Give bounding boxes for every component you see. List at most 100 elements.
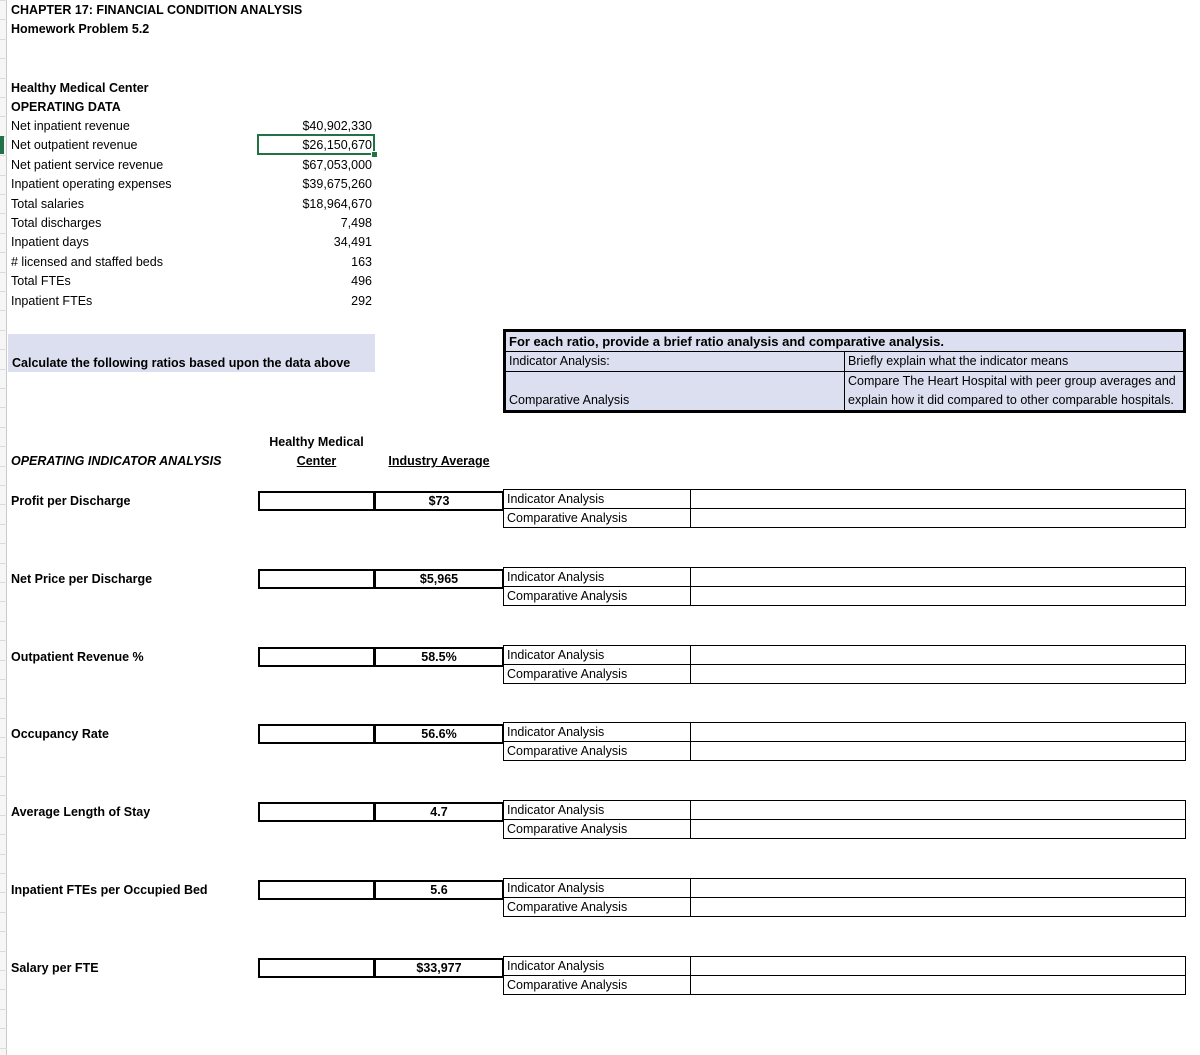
analysis-row-indicator: Indicator Analysis: [503, 645, 1186, 665]
instruction-table: For each ratio, provide a brief ratio an…: [503, 329, 1186, 413]
ratio-industry-average-value: $33,977: [416, 961, 462, 975]
page-title: CHAPTER 17: FINANCIAL CONDITION ANALYSIS: [11, 3, 303, 17]
analysis-input-indicator[interactable]: [690, 800, 1186, 820]
gutter-row-divider: [0, 737, 7, 738]
operating-data-value: 34,491: [333, 235, 372, 249]
analysis-input-comparative[interactable]: [690, 508, 1186, 528]
gutter-row-divider: [0, 892, 7, 893]
gutter-row-divider: [0, 0, 7, 1]
gutter-row-divider: [0, 834, 7, 835]
ratio-label: Profit per Discharge: [11, 494, 131, 508]
calculate-ratios-note: Calculate the following ratios based upo…: [8, 334, 375, 372]
gutter-row-divider: [0, 427, 7, 428]
ratio-answer-input-hmc[interactable]: [258, 647, 375, 667]
gutter-row-divider: [0, 369, 7, 370]
gutter-row-divider: [0, 931, 7, 932]
instruction-key-indicator: Indicator Analysis:: [505, 351, 845, 372]
operating-data-label: # licensed and staffed beds: [11, 255, 163, 269]
analysis-input-indicator[interactable]: [690, 567, 1186, 587]
analysis-label-comparative: Comparative Analysis: [503, 741, 691, 761]
gutter-row-divider: [0, 679, 7, 680]
operating-data-value: $39,675,260: [302, 177, 372, 191]
analysis-row-indicator: Indicator Analysis: [503, 722, 1186, 742]
ratio-answer-input-hmc[interactable]: [258, 569, 375, 589]
analysis-row-comparative: Comparative Analysis: [503, 664, 1186, 684]
ratio-industry-average-cell: $73: [374, 491, 504, 511]
spreadsheet-row-gutter[interactable]: [0, 0, 7, 1055]
analysis-input-comparative[interactable]: [690, 975, 1186, 995]
analysis-input-indicator[interactable]: [690, 956, 1186, 976]
analysis-input-comparative[interactable]: [690, 897, 1186, 917]
ratio-analysis-grid: Indicator Analysis Comparative Analysis: [503, 489, 1186, 528]
gutter-row-divider: [0, 524, 7, 525]
ratio-industry-average-value: 5.6: [430, 883, 448, 897]
ratio-answer-input-hmc[interactable]: [258, 491, 375, 511]
fill-handle[interactable]: [371, 151, 378, 158]
gutter-row-divider: [0, 563, 7, 564]
operating-data-value: $67,053,000: [302, 158, 372, 172]
analysis-input-indicator[interactable]: [690, 878, 1186, 898]
ratio-industry-average-cell: 5.6: [374, 880, 504, 900]
analysis-input-indicator[interactable]: [690, 722, 1186, 742]
gutter-row-divider: [0, 698, 7, 699]
ratio-analysis-grid: Indicator Analysis Comparative Analysis: [503, 878, 1186, 917]
ratio-answer-input-hmc[interactable]: [258, 724, 375, 744]
analysis-input-comparative[interactable]: [690, 741, 1186, 761]
ratio-analysis-grid: Indicator Analysis Comparative Analysis: [503, 956, 1186, 995]
analysis-label-indicator: Indicator Analysis: [503, 645, 691, 665]
analysis-label-indicator: Indicator Analysis: [503, 489, 691, 509]
gutter-row-divider: [0, 78, 7, 79]
analysis-label-comparative: Comparative Analysis: [503, 586, 691, 606]
ratio-label: Outpatient Revenue %: [11, 650, 144, 664]
homework-subtitle: Homework Problem 5.2: [11, 22, 150, 36]
gutter-row-divider: [0, 1028, 7, 1029]
analysis-row-comparative: Comparative Analysis: [503, 897, 1186, 917]
analysis-input-comparative[interactable]: [690, 819, 1186, 839]
ratio-label: Occupancy Rate: [11, 727, 109, 741]
analysis-input-comparative[interactable]: [690, 664, 1186, 684]
instruction-row-indicator: Indicator Analysis: Briefly explain what…: [505, 351, 1184, 372]
column-header-hmc-line2: Center: [296, 454, 337, 468]
operating-data-label: Total discharges: [11, 216, 102, 230]
selected-cell[interactable]: [257, 134, 375, 155]
ratio-answer-input-hmc[interactable]: [258, 880, 375, 900]
gutter-row-divider: [0, 601, 7, 602]
gutter-row-divider: [0, 116, 7, 117]
gutter-row-divider: [0, 582, 7, 583]
selected-row-marker: [0, 136, 4, 154]
gutter-row-divider: [0, 58, 7, 59]
analysis-row-comparative: Comparative Analysis: [503, 586, 1186, 606]
ratio-answer-input-hmc[interactable]: [258, 958, 375, 978]
ratio-label: Inpatient FTEs per Occupied Bed: [11, 883, 208, 897]
analysis-input-indicator[interactable]: [690, 489, 1186, 509]
ratio-answer-input-hmc[interactable]: [258, 802, 375, 822]
gutter-row-divider: [0, 330, 7, 331]
analysis-input-indicator[interactable]: [690, 645, 1186, 665]
gutter-row-divider: [0, 854, 7, 855]
instruction-header: For each ratio, provide a brief ratio an…: [505, 331, 1184, 352]
operating-data-value: 292: [351, 294, 372, 308]
operating-data-value: $18,964,670: [302, 197, 372, 211]
ratio-analysis-grid: Indicator Analysis Comparative Analysis: [503, 567, 1186, 606]
gutter-row-divider: [0, 970, 7, 971]
operating-data-label: Total FTEs: [11, 274, 71, 288]
calculate-ratios-note-text: Calculate the following ratios based upo…: [12, 356, 351, 370]
analysis-label-indicator: Indicator Analysis: [503, 878, 691, 898]
gutter-row-divider: [0, 213, 7, 214]
operating-data-value: 7,498: [340, 216, 372, 230]
gutter-row-divider: [0, 776, 7, 777]
gutter-row-divider: [0, 621, 7, 622]
operating-data-label: Net inpatient revenue: [11, 119, 130, 133]
instruction-key-comparative: Comparative Analysis: [505, 371, 845, 411]
operating-data-heading: OPERATING DATA: [11, 100, 121, 114]
ratio-industry-average-value: $5,965: [419, 572, 459, 586]
ratio-industry-average-cell: 56.6%: [374, 724, 504, 744]
gutter-row-divider: [0, 543, 7, 544]
gutter-row-divider: [0, 757, 7, 758]
analysis-input-comparative[interactable]: [690, 586, 1186, 606]
analysis-row-indicator: Indicator Analysis: [503, 878, 1186, 898]
gutter-row-divider: [0, 39, 7, 40]
gutter-row-divider: [0, 873, 7, 874]
analysis-row-indicator: Indicator Analysis: [503, 800, 1186, 820]
ratio-industry-average-value: $73: [428, 494, 450, 508]
